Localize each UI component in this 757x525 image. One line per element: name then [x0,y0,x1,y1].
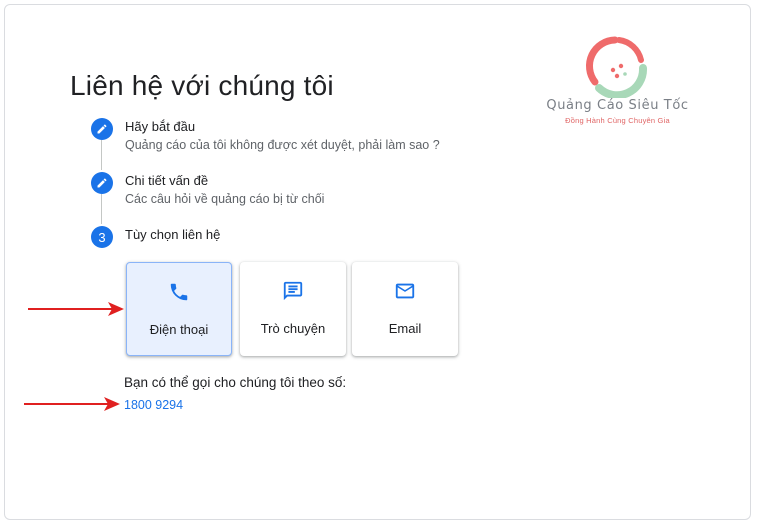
page-title: Liên hệ với chúng tôi [70,70,334,101]
phone-number-link[interactable]: 1800 9294 [124,398,183,412]
chat-icon [283,281,303,301]
contact-option-chat[interactable]: Trò chuyện [240,262,346,356]
contact-option-email[interactable]: Email [352,262,458,356]
logo-tagline: Đồng Hành Cùng Chuyên Gia [565,116,670,125]
mail-icon [395,283,415,299]
logo-name: Quảng Cáo Siêu Tốc [546,98,689,113]
contact-option-label: Email [388,321,422,336]
annotation-arrow-icon [28,302,124,316]
step-title: Hãy bắt đầu [125,119,196,134]
edit-icon [91,172,113,194]
step-subtitle: Các câu hỏi về quảng cáo bị từ chối [125,192,325,206]
step-title: Chi tiết vấn đề [125,173,209,188]
step-number: 3 [91,226,113,248]
call-instruction: Bạn có thể gọi cho chúng tôi theo số: [124,375,347,390]
phone-icon [170,283,188,301]
step-connector [101,194,102,224]
contact-option-label: Trò chuyện [260,321,326,336]
contact-option-phone[interactable]: Điện thoại [126,262,232,356]
annotation-arrow-icon [24,397,120,411]
contact-option-label: Điện thoại [149,322,209,337]
logo-mark-icon [586,36,648,98]
edit-icon [91,118,113,140]
step-title: Tùy chọn liên hệ [125,227,221,242]
step-subtitle: Quảng cáo của tôi không được xét duyệt, … [125,138,440,152]
step-connector [101,140,102,170]
brand-logo: Quảng Cáo Siêu Tốc Đồng Hành Cùng Chuyên… [540,34,700,129]
